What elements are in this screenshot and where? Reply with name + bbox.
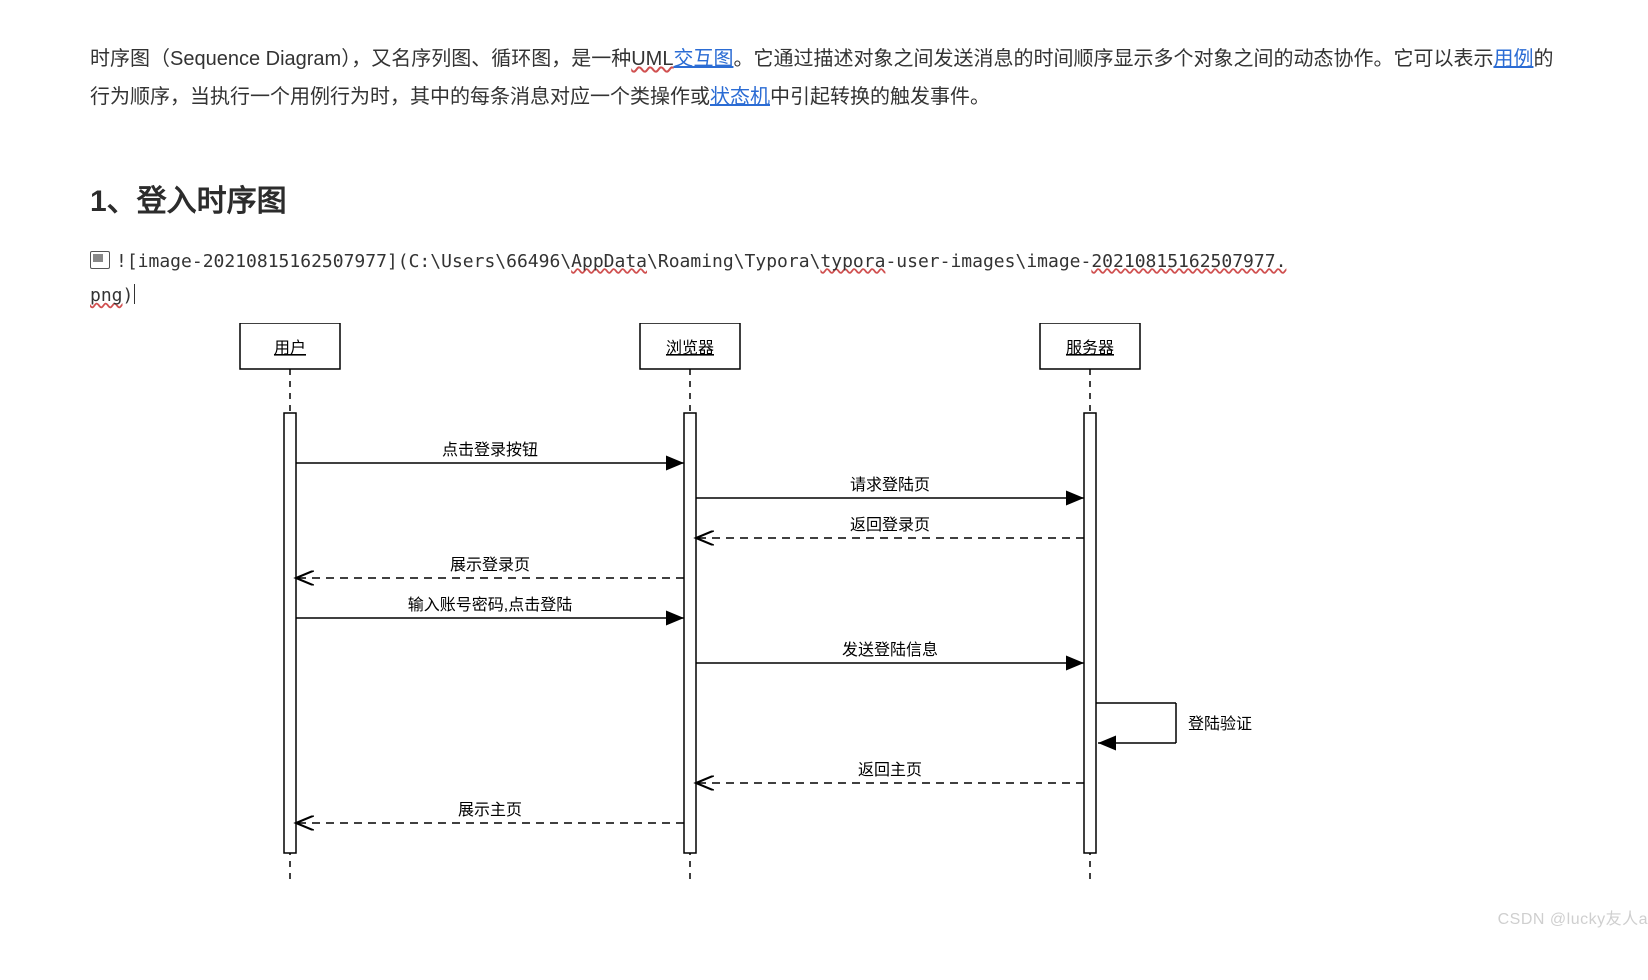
svg-text:点击登录按钮: 点击登录按钮 xyxy=(442,441,538,459)
intro-text: 时序图（Sequence Diagram），又名序列图、循环图，是一种 xyxy=(90,48,631,70)
intro-paragraph: 时序图（Sequence Diagram），又名序列图、循环图，是一种UML交互… xyxy=(90,40,1558,116)
md-text: typora xyxy=(820,251,885,272)
svg-text:返回登录页: 返回登录页 xyxy=(850,516,930,534)
md-text: png xyxy=(90,285,123,306)
svg-text:登陆验证: 登陆验证 xyxy=(1188,715,1252,733)
section-heading: 1、登入时序图 xyxy=(90,176,1558,220)
text-caret xyxy=(134,284,135,304)
watermark: CSDN @lucky友人a xyxy=(1498,905,1648,929)
sequence-diagram-svg: 用户 浏览器 服务器点击登录按钮请求登陆页返回登录页展示登录页输入账号密码,点击登陆… xyxy=(170,323,1350,883)
svg-text:用户: 用户 xyxy=(274,339,306,357)
intro-text: 。它通过描述对象之间发送消息的时间顺序显示多个对象之间的动态协作。它可以表示 xyxy=(733,48,1493,70)
md-text: ) xyxy=(123,285,134,306)
link-use-case[interactable]: 用例 xyxy=(1493,48,1533,70)
uml-word: UML xyxy=(631,48,673,70)
md-text: AppData xyxy=(571,251,647,272)
link-interaction-diagram[interactable]: 交互图 xyxy=(673,48,733,70)
svg-text:请求登陆页: 请求登陆页 xyxy=(850,476,930,494)
svg-text:发送登陆信息: 发送登陆信息 xyxy=(842,641,938,659)
svg-text:展示主页: 展示主页 xyxy=(458,801,522,819)
svg-text:浏览器: 浏览器 xyxy=(666,339,714,357)
svg-text:返回主页: 返回主页 xyxy=(858,761,922,779)
intro-text: 中引起转换的触发事件。 xyxy=(770,86,990,108)
md-text: 20210815162507977. xyxy=(1091,251,1286,272)
link-state-machine[interactable]: 状态机 xyxy=(710,86,770,108)
svg-text:服务器: 服务器 xyxy=(1066,339,1114,357)
svg-text:输入账号密码,点击登陆: 输入账号密码,点击登陆 xyxy=(408,596,572,614)
markdown-image-source[interactable]: ![image-20210815162507977](C:\Users\6649… xyxy=(90,245,1558,313)
sequence-diagram: 用户 浏览器 服务器点击登录按钮请求登陆页返回登录页展示登录页输入账号密码,点击登陆… xyxy=(170,323,1350,883)
md-text: -user-images\image- xyxy=(885,251,1091,272)
md-text: \Roaming\Typora\ xyxy=(647,251,820,272)
svg-text:展示登录页: 展示登录页 xyxy=(450,556,530,574)
image-icon xyxy=(90,251,110,269)
md-text: ![image-20210815162507977](C:\Users\6649… xyxy=(116,251,571,272)
